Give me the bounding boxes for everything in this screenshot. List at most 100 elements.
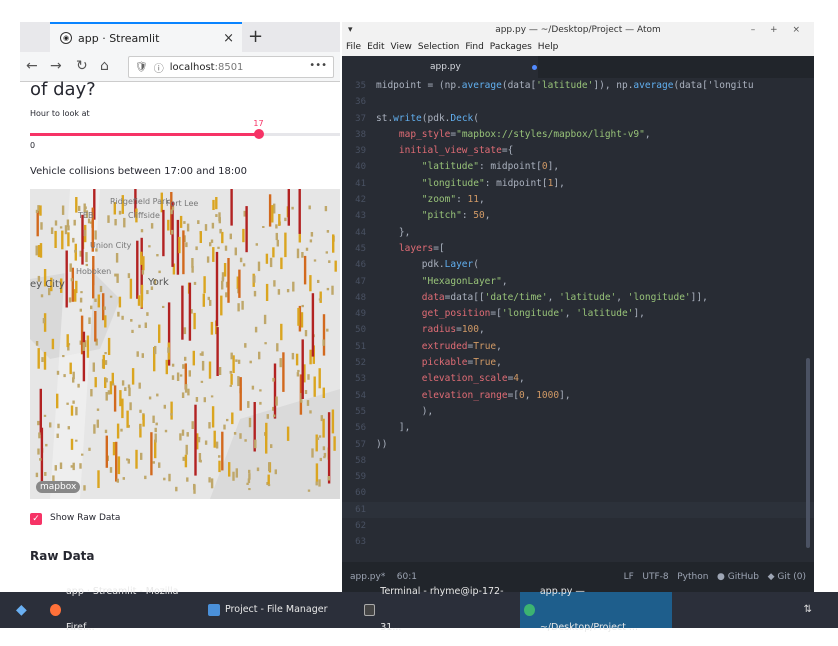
slider-thumb[interactable] [254,129,265,139]
code-line[interactable]: data=data[['date/time', 'latitude', 'lon… [376,290,754,306]
code-text[interactable]: midpoint = (np.average(data['latitude'])… [376,78,754,551]
arrow-right-icon[interactable]: → [50,58,62,74]
hexagon-bar [154,345,157,355]
hexagon-bar [248,469,251,473]
url-bar[interactable]: 🛡 ⓘ localhost:8501 ••• [128,56,334,78]
hexagon-bar [140,452,143,460]
code-line[interactable]: extruded=True, [376,339,754,355]
hexagon-bar [105,378,108,383]
hexagon-bar [225,292,228,298]
taskbar-item-file-manager[interactable]: Project - File Manager [208,592,348,628]
page-actions-icon[interactable]: ••• [309,60,327,71]
hexagon-bar [280,257,283,270]
code-line[interactable]: "latitude": midpoint[0], [376,159,754,175]
vertical-scrollbar[interactable] [806,358,810,548]
code-line[interactable] [376,502,754,518]
code-line[interactable]: pdk.Layer( [376,257,754,273]
hexagon-bar [279,358,282,368]
hexagon-bar [104,360,108,365]
status-github[interactable]: GitHub [728,572,759,582]
code-line[interactable]: "HexagonLayer", [376,274,754,290]
code-line[interactable]: ], [376,420,754,436]
menu-item-file[interactable]: File [346,42,361,52]
hexagon-bar [90,305,93,310]
atom-window: ▾ app.py — ~/Desktop/Project — Atom – + … [342,22,814,592]
code-line[interactable] [376,534,754,550]
code-line[interactable]: midpoint = (np.average(data['latitude'])… [376,78,754,94]
code-line[interactable] [376,485,754,501]
code-line[interactable]: initial_view_state={ [376,143,754,159]
code-line[interactable]: }, [376,225,754,241]
hexagon-bar [304,390,308,394]
code-line[interactable]: "longitude": midpoint[1], [376,176,754,192]
status-git[interactable]: Git (0) [777,572,806,582]
hexagon-bar [246,482,249,485]
menu-item-help[interactable]: Help [538,42,559,52]
reload-icon[interactable]: ↻ [76,58,88,74]
code-line[interactable]: radius=100, [376,322,754,338]
network-icon[interactable]: ⇅ [804,604,812,615]
code-line[interactable]: st.write(pdk.Deck( [376,111,754,127]
hexagon-bar [212,247,215,262]
menu-item-find[interactable]: Find [465,42,483,52]
menu-item-edit[interactable]: Edit [367,42,384,52]
code-line[interactable]: )) [376,437,754,453]
code-line[interactable]: get_position=['longitude', 'latitude'], [376,306,754,322]
hexagon-bar [183,327,187,335]
hexagon-bar [216,327,219,376]
hexagon-bar [319,291,322,303]
hexagon-bar [77,383,80,388]
hexagon-bar [139,424,142,429]
hexagon-bar [239,257,243,263]
arrow-left-icon[interactable]: ← [26,58,38,74]
hexagon-bar [232,471,235,481]
hexagon-bar [112,383,115,386]
hexagon-bar [74,249,77,253]
hexagon-bar [127,458,130,464]
hexagon-bar [104,315,107,328]
code-line[interactable] [376,518,754,534]
home-icon[interactable]: ⌂ [100,58,109,74]
hexagon-bar [184,454,188,468]
window-menu-icon[interactable]: ▾ [348,22,353,38]
show-raw-data-checkbox[interactable]: ✓ [30,513,42,525]
menu-item-selection[interactable]: Selection [418,42,459,52]
code-line[interactable]: "pitch": 50, [376,208,754,224]
hexagon-bar [182,364,185,369]
code-line[interactable]: "zoom": 11, [376,192,754,208]
hexagon-bar [146,290,149,295]
code-line[interactable]: layers=[ [376,241,754,257]
hexagon-bar [117,456,121,475]
code-line[interactable] [376,94,754,110]
code-line[interactable]: map_style="mapbox://styles/mapbox/light-… [376,127,754,143]
hexagon-bar [37,245,41,258]
taskbar-item-firefox[interactable]: app · Streamlit - Mozilla Firef... [50,586,198,633]
status-grammar[interactable]: Python [677,572,708,582]
code-line[interactable]: pickable=True, [376,355,754,371]
hexagon-map[interactable]: Ridgefield Park Fort Lee Cliffside Union… [30,189,340,499]
code-editor[interactable]: 35 36 37 38 39 40 41 42 43 44 45 46 47 48 49 50 51 52 53 54… [342,78,814,562]
code-line[interactable]: elevation_range=[0, 1000], [376,388,754,404]
code-line[interactable]: ), [376,404,754,420]
menu-item-packages[interactable]: Packages [490,42,532,52]
code-line[interactable] [376,453,754,469]
code-line[interactable]: elevation_scale=4, [376,371,754,387]
close-tab-icon[interactable]: × [223,31,234,46]
taskbar-item-atom[interactable]: app.py — ~/Desktop/Project ... [520,586,672,633]
slider-label: Hour to look at [30,109,90,118]
new-tab-button[interactable]: + [248,26,263,47]
code-line[interactable] [376,469,754,485]
window-controls[interactable]: – + × [751,22,806,38]
hour-slider[interactable] [30,129,340,139]
taskbar-item-terminal[interactable]: Terminal - rhyme@ip-172-31... [364,586,514,633]
hexagon-bar [116,423,120,439]
hexagon-bar [97,470,100,488]
hexagon-bar [59,226,63,229]
checkbox-label[interactable]: Show Raw Data [50,513,120,523]
start-menu-icon[interactable]: ◆ [16,592,27,628]
hexagon-bar [266,414,269,419]
hexagon-bar [221,431,224,471]
browser-tab[interactable]: ◉ app · Streamlit × [50,22,242,52]
tab-app-py[interactable]: app.py [342,56,538,78]
menu-item-view[interactable]: View [391,42,412,52]
